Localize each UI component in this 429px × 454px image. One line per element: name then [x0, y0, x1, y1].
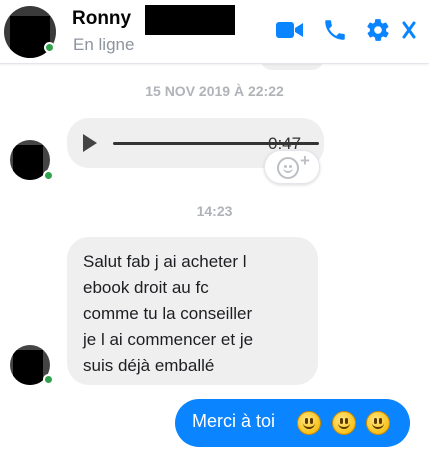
play-icon[interactable] — [83, 134, 97, 152]
sent-message-bubble[interactable]: Merci à toi — [175, 399, 410, 447]
smiley-emoji-icon — [366, 411, 390, 435]
smiley-emoji-icon — [297, 411, 321, 435]
online-indicator — [44, 42, 55, 53]
add-reaction-button[interactable]: + — [264, 150, 320, 184]
avatar-redaction — [13, 350, 43, 385]
contact-name[interactable]: Ronny — [72, 8, 131, 30]
timestamp: 14:23 — [196, 203, 233, 219]
chat-header: Ronny En ligne — [0, 0, 429, 64]
plus-icon: + — [300, 151, 310, 170]
received-message-bubble[interactable]: Salut fab j ai acheter l ebook droit au … — [67, 237, 318, 385]
close-icon[interactable] — [400, 19, 418, 41]
avatar-redaction — [13, 145, 43, 180]
sent-message-text: Merci à toi — [192, 411, 276, 431]
gear-icon[interactable] — [360, 17, 396, 43]
timestamp: 15 NOV 2019 À 22:22 — [145, 83, 284, 99]
received-message-text: Salut fab j ai acheter l ebook droit au … — [83, 252, 254, 375]
chat-window: Ronny En ligne 15 NOV 2019 À 22:22 0:47 … — [0, 0, 429, 454]
emoji-face-icon — [277, 157, 299, 179]
online-indicator — [43, 170, 54, 181]
online-indicator — [43, 374, 54, 385]
name-redaction — [145, 5, 235, 35]
phone-icon[interactable] — [316, 17, 354, 43]
avatar-redaction — [10, 16, 50, 58]
header-actions — [272, 12, 418, 48]
video-call-icon[interactable] — [272, 19, 308, 41]
smiley-emoji-icon — [332, 411, 356, 435]
contact-status: En ligne — [73, 35, 135, 54]
